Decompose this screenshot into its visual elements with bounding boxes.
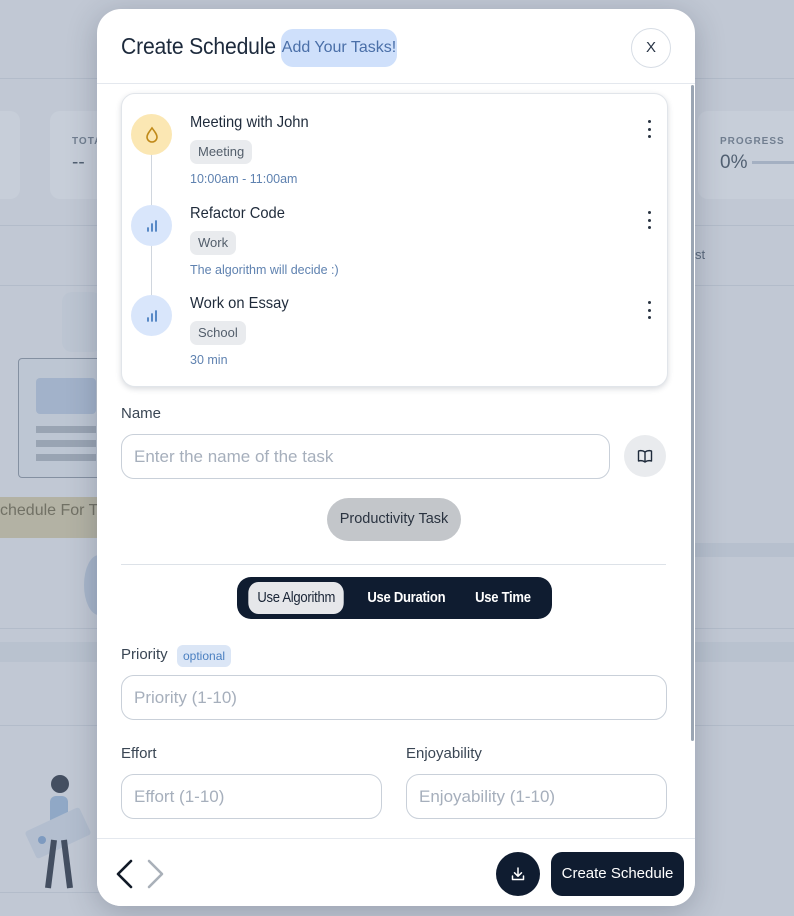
enjoyability-input[interactable] xyxy=(406,774,667,819)
task-name: Refactor Code xyxy=(190,205,285,222)
task-time: The algorithm will decide :) xyxy=(190,263,339,277)
scrollbar[interactable] xyxy=(691,85,694,741)
effort-input[interactable] xyxy=(121,774,382,819)
more-options-icon[interactable] xyxy=(642,211,656,229)
create-schedule-modal: Create Schedule Add Your Tasks! X Meetin… xyxy=(97,9,695,906)
optional-badge: optional xyxy=(177,645,232,667)
download-icon[interactable] xyxy=(496,852,540,896)
task-item[interactable]: Meeting with John Meeting 10:00am - 11:0… xyxy=(122,114,667,204)
task-time: 10:00am - 11:00am xyxy=(190,172,298,186)
task-tag: Work xyxy=(190,231,237,255)
task-item[interactable]: Refactor Code Work The algorithm will de… xyxy=(122,205,667,295)
more-options-icon[interactable] xyxy=(642,120,656,138)
mode-switch: Use Algorithm Use Duration Use Time xyxy=(237,577,552,619)
mode-use-algorithm[interactable]: Use Algorithm xyxy=(248,582,345,614)
mode-use-time[interactable]: Use Time xyxy=(466,582,540,614)
enjoyability-label: Enjoyability xyxy=(406,745,482,762)
bar-chart-icon xyxy=(131,295,172,336)
divider xyxy=(121,564,666,565)
task-tag: School xyxy=(190,321,246,345)
task-item[interactable]: Work on Essay School 30 min xyxy=(122,295,667,385)
task-name: Work on Essay xyxy=(190,295,289,312)
drop-icon xyxy=(131,114,172,155)
task-duration: 30 min xyxy=(190,353,228,367)
task-name-input[interactable] xyxy=(121,434,610,479)
book-icon[interactable] xyxy=(624,435,666,477)
modal-footer: Create Schedule xyxy=(97,838,695,906)
productivity-task-button[interactable]: Productivity Task xyxy=(327,498,461,541)
close-button[interactable]: X xyxy=(631,28,671,68)
more-options-icon[interactable] xyxy=(642,301,656,319)
priority-label: Priority xyxy=(121,646,168,663)
chevron-right-icon[interactable] xyxy=(141,857,167,891)
name-label: Name xyxy=(121,405,162,422)
task-list: Meeting with John Meeting 10:00am - 11:0… xyxy=(121,93,668,387)
effort-label: Effort xyxy=(121,745,157,762)
add-tasks-badge: Add Your Tasks! xyxy=(281,29,397,67)
modal-title: Create Schedule xyxy=(121,33,276,59)
task-name: Meeting with John xyxy=(190,114,309,131)
priority-input[interactable] xyxy=(121,675,667,720)
modal-header: Create Schedule Add Your Tasks! X xyxy=(97,9,695,84)
mode-use-duration[interactable]: Use Duration xyxy=(359,582,455,614)
chevron-left-icon[interactable] xyxy=(113,857,139,891)
create-schedule-button[interactable]: Create Schedule xyxy=(551,852,684,896)
task-tag: Meeting xyxy=(190,140,253,164)
bar-chart-icon xyxy=(131,205,172,246)
